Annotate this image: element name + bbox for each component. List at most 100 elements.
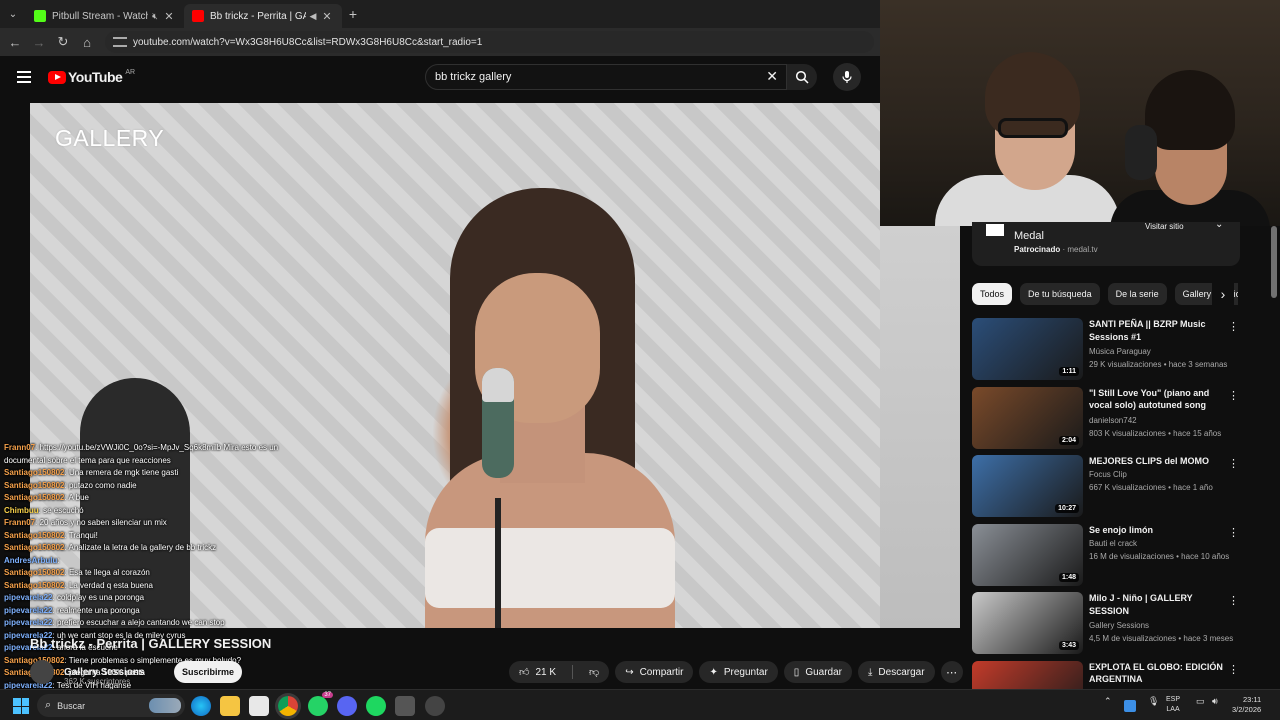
browser-tab-youtube[interactable]: Bb trickz - Perrita | GALLERY ◀︎ ✕ bbox=[184, 4, 342, 28]
reload-icon[interactable]: ↻ bbox=[51, 34, 75, 50]
clear-search-icon[interactable]: ✕ bbox=[766, 68, 778, 85]
logo-text: YouTube bbox=[68, 69, 123, 85]
recommended-video[interactable]: 2:04 "I Still Love You" (piano and vocal … bbox=[972, 386, 1247, 456]
download-button[interactable]: ⤓ Descargar bbox=[858, 661, 935, 683]
recommended-title[interactable]: Milo J - Niño | GALLERY SESSION bbox=[1089, 592, 1229, 617]
duration-badge: 1:48 bbox=[1058, 572, 1079, 582]
chat-message: Santiago150802: Analizate la letra de la… bbox=[4, 542, 334, 555]
video-thumbnail[interactable]: 1:11 bbox=[972, 318, 1083, 380]
clock[interactable]: 23:11 3/2/2026 bbox=[1232, 695, 1261, 715]
stream-chat-overlay: Frann07: https://youtu.be/zVWJi0C_0o?si=… bbox=[4, 442, 334, 692]
save-button[interactable]: ▯ Guardar bbox=[783, 661, 852, 683]
filter-chips: Todos De tu búsqueda De la serie Gallery… bbox=[972, 283, 1238, 305]
voice-search-button[interactable] bbox=[833, 63, 861, 91]
spotify-icon[interactable] bbox=[366, 696, 386, 716]
youtube-logo[interactable]: YouTube AR bbox=[48, 69, 135, 85]
more-options-icon[interactable]: ⋮ bbox=[1228, 526, 1239, 539]
scrollbar[interactable] bbox=[1271, 226, 1277, 298]
more-options-icon[interactable]: ⋮ bbox=[1228, 663, 1239, 676]
recommended-meta: 29 K visualizaciones • hace 3 semanas bbox=[1089, 360, 1228, 369]
chevron-up-icon[interactable]: ⌃ bbox=[1104, 696, 1112, 707]
video-thumbnail[interactable]: 1:48 bbox=[972, 523, 1083, 586]
audio-playing-icon[interactable]: ◀︎ bbox=[306, 11, 320, 22]
close-tab-icon[interactable]: ✕ bbox=[162, 10, 176, 23]
recommended-channel[interactable]: danielson742 bbox=[1089, 416, 1137, 425]
more-options-icon[interactable]: ⋮ bbox=[1228, 457, 1239, 470]
recommended-title[interactable]: EXPLOTA EL GLOBO: EDICIÓN ARGENTINA bbox=[1089, 661, 1229, 686]
recommended-video[interactable]: 3:43 Milo J - Niño | GALLERY SESSION Galle… bbox=[972, 592, 1247, 661]
app-icon[interactable] bbox=[395, 696, 415, 716]
language-indicator[interactable]: ESP LAA bbox=[1166, 695, 1180, 715]
file-explorer-icon[interactable] bbox=[220, 696, 240, 716]
chat-message: AndresArbulu: bbox=[4, 555, 334, 568]
recommended-channel[interactable]: Música Paraguay bbox=[1089, 347, 1151, 356]
back-icon[interactable]: ← bbox=[3, 35, 27, 50]
subscribe-button[interactable]: Suscribirme bbox=[174, 661, 242, 683]
download-icon: ⤓ bbox=[868, 666, 873, 678]
recommended-video[interactable]: 1:11 SANTI PEÑA || BZRP Music Sessions #1… bbox=[972, 318, 1247, 387]
chip-todos[interactable]: Todos bbox=[972, 283, 1013, 305]
whatsapp-icon[interactable]: 37 bbox=[308, 692, 333, 716]
taskbar-search[interactable]: ⌕ Buscar bbox=[37, 694, 185, 717]
forward-icon[interactable]: → bbox=[27, 35, 51, 50]
more-options-icon[interactable]: ⋮ bbox=[1228, 320, 1239, 333]
recommended-channel[interactable]: Bauti el crack bbox=[1089, 539, 1137, 548]
sponsor-meta: Patrocinado · medal.tv bbox=[1014, 245, 1098, 254]
recommended-channel[interactable]: Gallery Sessions bbox=[1089, 621, 1149, 630]
chat-text: Esa te llega al corazón bbox=[68, 568, 150, 577]
channel-name[interactable]: Gallery Sessions bbox=[64, 667, 145, 678]
volume-icon[interactable]: 🔊︎ bbox=[1212, 696, 1218, 707]
recommended-title[interactable]: "I Still Love You" (piano and vocal solo… bbox=[1089, 387, 1229, 412]
youtube-icon bbox=[192, 10, 204, 22]
chevron-down-icon[interactable]: ⌄ bbox=[1215, 219, 1223, 230]
app-2-icon[interactable] bbox=[425, 696, 445, 716]
tab-search-button[interactable]: ⌄ bbox=[0, 0, 26, 28]
close-tab-icon[interactable]: ✕ bbox=[320, 10, 334, 23]
search-input[interactable]: bb trickz gallery ✕ bbox=[425, 64, 787, 90]
date: 3/2/2026 bbox=[1232, 705, 1262, 714]
chip-from-series[interactable]: De la serie bbox=[1107, 283, 1167, 305]
visit-site-button[interactable]: Visitar sitio bbox=[1145, 222, 1184, 231]
discord-icon[interactable] bbox=[337, 696, 357, 716]
recommended-title[interactable]: MEJORES CLIPS del MOMO bbox=[1089, 455, 1229, 468]
chat-text: Analizate la letra de la gallery de bb t… bbox=[68, 543, 217, 552]
more-options-icon[interactable]: ⋮ bbox=[1228, 594, 1239, 607]
chat-text: A bue bbox=[68, 493, 89, 502]
chevron-right-icon[interactable]: › bbox=[1212, 283, 1234, 305]
windows-start-icon[interactable] bbox=[13, 698, 29, 714]
thumbs-up-icon: 👍︎ bbox=[519, 667, 530, 678]
more-options-icon[interactable]: ⋮ bbox=[1228, 389, 1239, 402]
mic-stand bbox=[495, 498, 501, 628]
chip-from-search[interactable]: De tu búsqueda bbox=[1020, 283, 1100, 305]
browser-tab-kick[interactable]: Pitbull Stream - Watch Live 🔇︎ ✕ bbox=[26, 4, 184, 28]
menu-icon[interactable] bbox=[17, 71, 31, 83]
address-bar[interactable]: youtube.com/watch?v=Wx3G8H6U8Cc&list=RDW… bbox=[105, 31, 874, 53]
tray-app-icon[interactable] bbox=[1124, 700, 1136, 712]
home-icon[interactable]: ⌂ bbox=[75, 35, 99, 50]
channel-avatar[interactable] bbox=[30, 660, 54, 684]
share-button[interactable]: ↪ Compartir bbox=[615, 661, 694, 683]
microsoft-store-icon[interactable] bbox=[249, 696, 269, 716]
search-button[interactable] bbox=[787, 64, 817, 90]
edge-icon[interactable] bbox=[191, 696, 211, 716]
recommended-title[interactable]: Se enojo limón bbox=[1089, 524, 1229, 537]
sponsored-card[interactable]: Medal Patrocinado · medal.tv Visitar sit… bbox=[972, 219, 1240, 266]
chat-message: pipevarela22: realmente una poronga bbox=[4, 605, 334, 618]
recommended-title[interactable]: SANTI PEÑA || BZRP Music Sessions #1 bbox=[1089, 318, 1229, 343]
chrome-icon[interactable] bbox=[278, 696, 298, 716]
recommended-channel[interactable]: Focus Clip bbox=[1089, 470, 1127, 479]
new-tab-button[interactable]: + bbox=[342, 6, 364, 22]
like-button[interactable]: 👍︎ 21 K bbox=[509, 661, 566, 683]
mute-tab-icon[interactable]: 🔇︎ bbox=[148, 11, 162, 22]
ask-button[interactable]: ✦ Preguntar bbox=[699, 661, 778, 683]
recommended-video[interactable]: 10:27 MEJORES CLIPS del MOMO Focus Clip 667… bbox=[972, 455, 1247, 524]
video-thumbnail[interactable]: 2:04 bbox=[972, 386, 1083, 449]
more-actions-icon[interactable]: ⋯ bbox=[940, 661, 963, 683]
site-info-icon[interactable] bbox=[113, 37, 127, 47]
microphone-icon[interactable]: 🎙︎ bbox=[1148, 696, 1159, 707]
recommended-video[interactable]: 1:48 Se enojo limón Bauti el crack 16 M de … bbox=[972, 523, 1247, 593]
video-thumbnail[interactable]: 10:27 bbox=[972, 455, 1083, 517]
dislike-button[interactable]: 👎︎ bbox=[579, 661, 609, 683]
video-thumbnail[interactable]: 3:43 bbox=[972, 592, 1083, 654]
network-icon[interactable]: ▭ bbox=[1196, 696, 1205, 707]
